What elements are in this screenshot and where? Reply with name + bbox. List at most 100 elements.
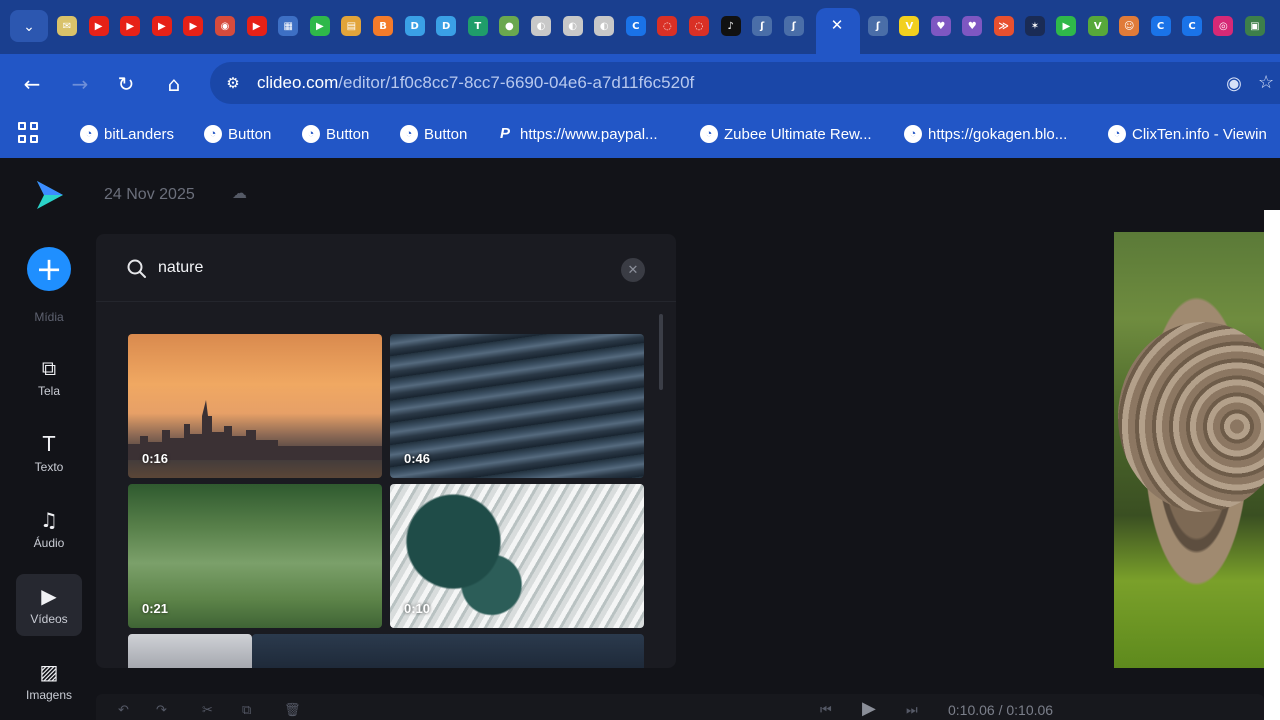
folder-icon[interactable]: ▤ xyxy=(341,16,362,36)
site-icon[interactable]: ♥ xyxy=(962,16,983,36)
sidebar-item-audio[interactable]: ♫ Áudio xyxy=(16,498,82,560)
site-icon[interactable]: C xyxy=(625,16,646,36)
youtube-icon[interactable]: ▶ xyxy=(246,16,267,36)
bookmark-star-icon[interactable]: ☆ xyxy=(1258,72,1280,94)
eye-icon[interactable]: ◉ xyxy=(1222,72,1246,94)
site-icon[interactable]: ◌ xyxy=(657,16,678,36)
video-duration: 0:21 xyxy=(142,601,169,616)
bookmark-item[interactable]: ◔ Button xyxy=(302,122,369,146)
clideo-logo-icon[interactable] xyxy=(32,178,66,212)
site-icon[interactable]: ● xyxy=(499,16,520,36)
reload-button[interactable]: ↻ xyxy=(112,70,140,98)
search-input[interactable]: nature xyxy=(158,259,203,277)
site-settings-icon[interactable]: ⚙ xyxy=(222,72,244,94)
image-icon: ▨ xyxy=(39,660,59,684)
site-icon[interactable]: ʃ xyxy=(868,16,888,36)
blogger-icon[interactable]: B xyxy=(373,16,393,36)
chrome-icon[interactable]: ◉ xyxy=(215,16,235,36)
site-icon[interactable]: ◐ xyxy=(594,16,615,36)
site-icon[interactable]: C xyxy=(1182,16,1202,36)
play-icon[interactable]: ▶ xyxy=(309,16,330,36)
youtube-icon[interactable]: ▶ xyxy=(88,16,109,36)
sidebar-item-label: Texto xyxy=(34,460,64,474)
browser-toolbar: ← → ↻ ⌂ ⚙ clideo.com/editor/1f0c8cc7-8cc… xyxy=(0,54,1280,112)
add-media-label: Mídia xyxy=(34,310,64,324)
split-icon[interactable]: ✂ xyxy=(202,702,218,718)
add-media-button[interactable]: + xyxy=(27,247,71,291)
bookmark-item[interactable]: ◔ Button xyxy=(400,122,467,146)
bookmark-item[interactable]: ◔ Zubee Ultimate Rew... xyxy=(700,122,872,146)
video-duration: 0:10 xyxy=(404,601,431,616)
sidebar-item-texto[interactable]: T Texto xyxy=(16,422,82,484)
video-duration: 0:16 xyxy=(142,451,169,466)
url-text[interactable]: clideo.com/editor/1f0c8cc7-8cc7-6690-04e… xyxy=(257,73,694,93)
mail-icon[interactable]: ✉ xyxy=(57,16,77,36)
duplicate-icon[interactable]: ⧉ xyxy=(242,702,258,718)
video-thumbnail[interactable]: 0:46 xyxy=(390,334,644,478)
delete-icon[interactable]: 🗑 xyxy=(284,702,301,718)
globe-icon: ◔ xyxy=(80,125,98,143)
globe-icon: ◔ xyxy=(1108,125,1126,143)
clear-search-icon[interactable]: ✕ xyxy=(621,258,645,282)
home-button[interactable]: ⌂ xyxy=(160,70,188,98)
tab-strip: ⌄ ✉ ▶ ▶ ▶ ▶ ◉ ▶ ▦ ▶ ▤ B D D T ● ◐ ◐ ◐ C ◌ ◌ ♪ ʃ ʃ ✕ ʃ V ♥ ♥ ≫ ✶ ▶ V ☺ C C… xyxy=(0,0,1280,54)
back-button[interactable]: ← xyxy=(18,70,46,98)
skip-back-icon[interactable]: ⏮ xyxy=(820,702,836,718)
bookmark-item[interactable]: ◔ ClixTen.info - Viewin xyxy=(1108,122,1267,146)
globe-icon: ◔ xyxy=(400,125,418,143)
video-preview-canvas[interactable] xyxy=(1114,232,1264,668)
video-thumbnail[interactable] xyxy=(128,634,252,668)
music-icon: ♫ xyxy=(40,508,58,532)
text-icon: T xyxy=(42,432,56,456)
site-icon[interactable]: ◌ xyxy=(689,16,709,36)
site-icon[interactable]: D xyxy=(436,16,457,36)
site-icon[interactable]: ʃ xyxy=(783,16,804,36)
site-icon[interactable]: C xyxy=(1150,16,1171,36)
undo-icon[interactable]: ↶ xyxy=(118,702,134,718)
forward-button[interactable]: → xyxy=(66,70,94,98)
site-icon[interactable]: ✶ xyxy=(1025,16,1045,36)
site-icon[interactable]: ♥ xyxy=(930,16,951,36)
sidebar-item-tela[interactable]: ⧉ Tela xyxy=(16,346,82,408)
close-tab-icon[interactable]: ✕ xyxy=(826,14,848,36)
site-icon[interactable]: ☺ xyxy=(1119,16,1140,36)
address-bar[interactable]: ⚙ clideo.com/editor/1f0c8cc7-8cc7-6690-0… xyxy=(210,62,1280,104)
apps-icon[interactable] xyxy=(18,122,40,144)
youtube-icon[interactable]: ▶ xyxy=(183,16,204,36)
search-bar[interactable]: nature ✕ xyxy=(96,234,676,302)
bookmark-item[interactable]: ◔ bitLanders xyxy=(80,122,174,146)
video-thumbnail[interactable]: 0:16 xyxy=(128,334,382,478)
site-icon[interactable]: D xyxy=(404,16,425,36)
sidebar-item-imagens[interactable]: ▨ Imagens xyxy=(16,650,82,712)
video-thumbnail[interactable]: 0:10 xyxy=(390,484,644,628)
skip-forward-icon[interactable]: ⏭ xyxy=(906,702,922,718)
site-icon[interactable]: ≫ xyxy=(993,16,1014,36)
bookmark-item[interactable]: Phttps://www.paypal... xyxy=(500,122,658,146)
youtube-icon[interactable]: ▶ xyxy=(151,16,172,36)
sidebar-item-videos[interactable]: ▶ Vídeos xyxy=(16,574,82,636)
play-icon[interactable]: ▶ xyxy=(1056,16,1077,36)
project-date[interactable]: 24 Nov 2025 xyxy=(104,186,195,204)
site-icon[interactable]: T xyxy=(467,16,488,36)
site-icon[interactable]: V xyxy=(899,16,920,36)
bookmark-item[interactable]: ◔ https://gokagen.blo... xyxy=(904,122,1067,146)
site-icon[interactable]: V xyxy=(1087,16,1108,36)
tab-search-button[interactable]: ⌄ xyxy=(10,10,48,42)
site-icon[interactable]: ʃ xyxy=(752,16,773,36)
site-icon[interactable]: ◐ xyxy=(562,16,583,36)
video-thumbnail[interactable]: 0:21 xyxy=(128,484,382,628)
paypal-icon: P xyxy=(500,125,511,142)
bookmark-label: Button xyxy=(326,125,370,143)
play-button[interactable]: ▶ xyxy=(862,698,876,719)
bookmark-item[interactable]: ◔ Button xyxy=(204,122,271,146)
site-icon[interactable]: ▦ xyxy=(278,16,299,36)
redo-icon[interactable]: ↷ xyxy=(156,702,172,718)
instagram-icon[interactable]: ◎ xyxy=(1213,16,1234,36)
youtube-icon[interactable]: ▶ xyxy=(120,16,141,36)
tiktok-icon[interactable]: ♪ xyxy=(720,16,741,36)
video-thumbnail[interactable] xyxy=(252,634,644,668)
scrollbar[interactable] xyxy=(659,314,663,390)
sidebar-item-label: Tela xyxy=(37,384,60,398)
site-icon[interactable]: ▣ xyxy=(1244,16,1265,36)
site-icon[interactable]: ◐ xyxy=(531,16,551,36)
